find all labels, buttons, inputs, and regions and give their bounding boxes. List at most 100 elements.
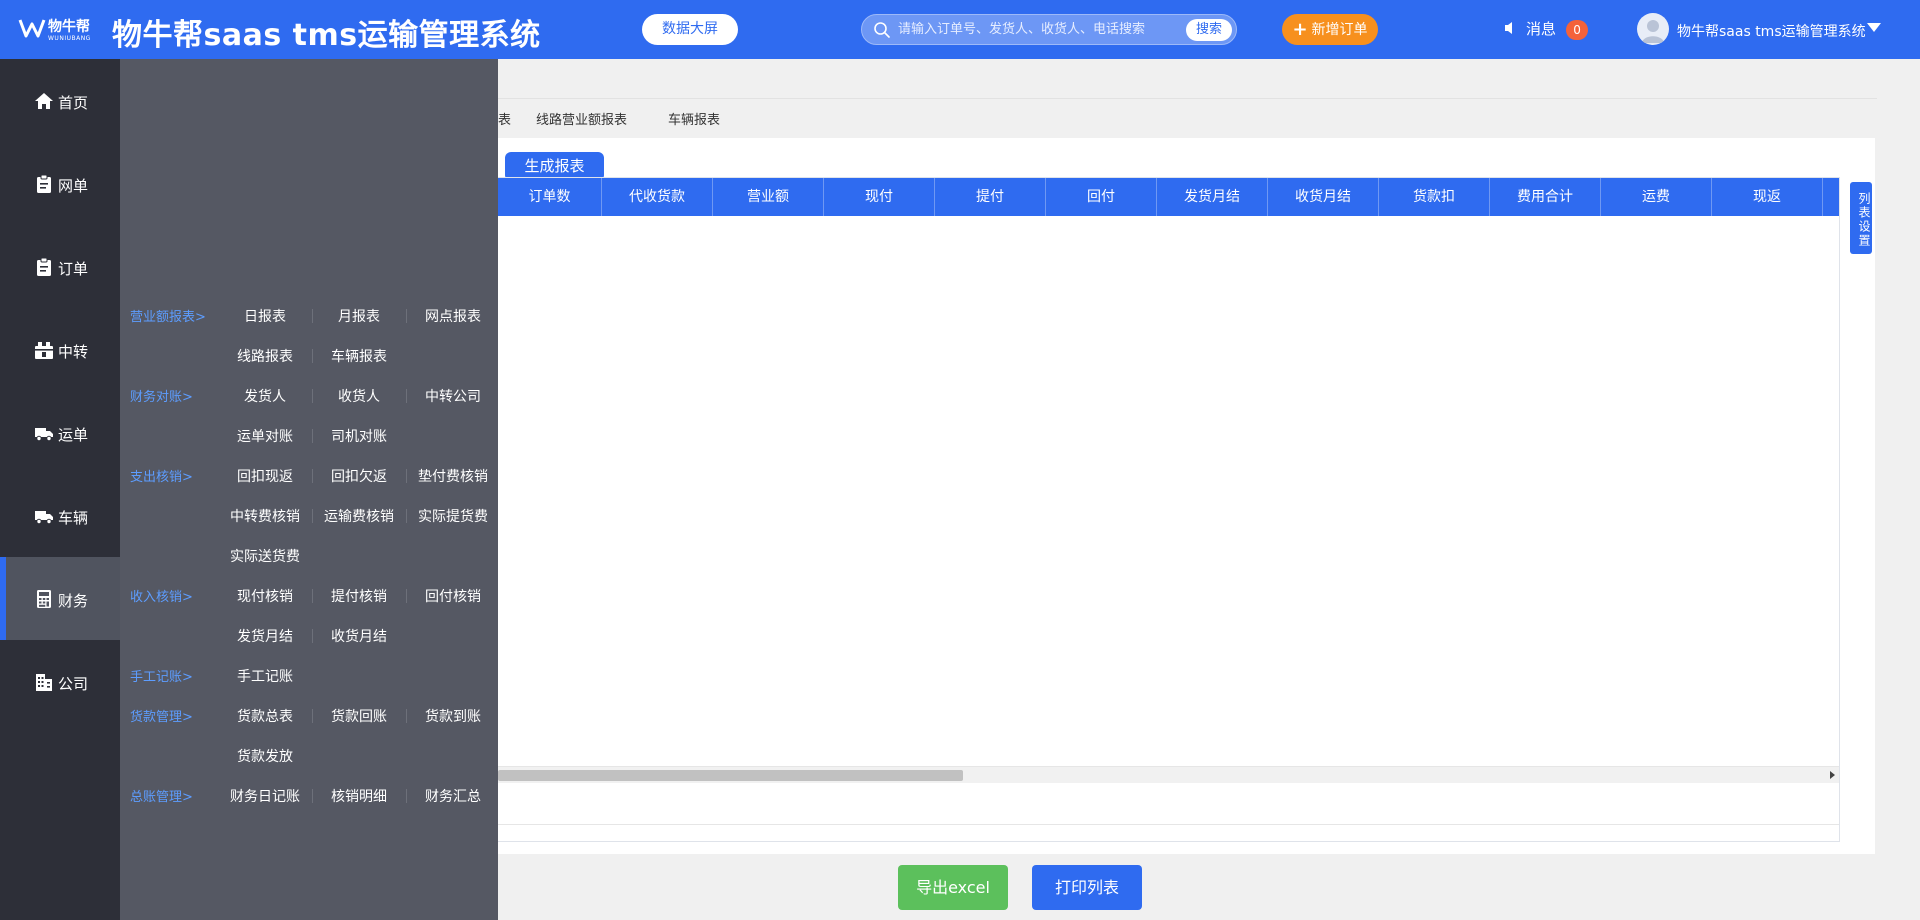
column-header[interactable]: 费用合计 [1490, 178, 1601, 216]
user-name: 物牛帮saas tms运输管理系统 [1677, 24, 1866, 40]
submenu-item[interactable]: 收货月结 [312, 626, 406, 646]
column-header[interactable]: 货款扣 [1379, 178, 1490, 216]
submenu-item[interactable]: 运输费核销 [312, 506, 406, 526]
sidebar-item-label: 运单 [58, 426, 89, 444]
column-header[interactable]: 现返 [1712, 178, 1823, 216]
finance-submenu: 营业额报表> 日报表 月报表 网点报表 线路报表 车辆报表 财务对账> 发货人 … [120, 59, 498, 920]
sidebar-item-web-orders[interactable]: 网单 [0, 142, 120, 225]
submenu-item[interactable]: 货款总表 [218, 706, 312, 726]
messages[interactable]: 消息 0 [1502, 18, 1589, 42]
print-list-button[interactable]: 打印列表 [1032, 865, 1142, 910]
search-icon [874, 22, 890, 38]
report-table: 订单数 代收货款 营业额 现付 提付 回付 发货月结 收货月结 货款扣 费用合计… [498, 177, 1840, 842]
column-header[interactable]: 发货月结 [1157, 178, 1268, 216]
user-avatar-icon [1642, 20, 1664, 43]
submenu-item[interactable]: 垫付费核销 [406, 466, 500, 486]
scroll-right-arrow-icon[interactable] [1830, 771, 1835, 779]
messages-count-badge: 0 [1566, 20, 1589, 40]
column-header[interactable]: 营业额 [713, 178, 824, 216]
submenu-item[interactable]: 货款到账 [406, 706, 500, 726]
truck-icon [35, 511, 53, 525]
submenu-category: 手工记账> [130, 670, 193, 685]
sidebar-item-label: 财务 [58, 592, 89, 610]
sidebar-item-finance[interactable]: 财务 [0, 557, 120, 640]
tab-vehicle-report[interactable]: 车辆报表 [668, 105, 720, 137]
plus-icon: + [1292, 19, 1308, 40]
column-header[interactable]: 订单数 [498, 178, 602, 216]
main-content: 表 线路营业额报表 车辆报表 生成报表 订单数 代收货款 营业额 现付 提付 回… [498, 59, 1920, 920]
sidebar-item-company[interactable]: 公司 [0, 640, 120, 723]
scrollbar-thumb[interactable] [498, 770, 963, 781]
column-header[interactable]: 现付 [824, 178, 935, 216]
submenu-item[interactable]: 货款发放 [218, 746, 312, 766]
submenu-item[interactable]: 财务汇总 [406, 786, 500, 806]
app-title: 物牛帮saas tms运输管理系统 [112, 18, 541, 53]
submenu-item[interactable]: 回扣欠返 [312, 466, 406, 486]
report-panel: 生成报表 订单数 代收货款 营业额 现付 提付 回付 发货月结 收货月结 货款扣… [498, 138, 1875, 854]
submenu-item[interactable]: 司机对账 [312, 426, 406, 446]
sidebar-item-home[interactable]: 首页 [0, 59, 120, 142]
sidebar-item-label: 中转 [58, 343, 89, 361]
building-icon [36, 674, 52, 691]
clipboard-icon [37, 257, 51, 276]
export-excel-button[interactable]: 导出excel [898, 865, 1008, 910]
sidebar-item-label: 首页 [58, 94, 89, 112]
logo[interactable]: 物牛帮 WUNIUBANG [18, 14, 94, 44]
column-settings-button[interactable]: 列表设置 [1850, 182, 1872, 254]
new-order-button[interactable]: + 新增订单 [1282, 14, 1378, 45]
submenu-item[interactable]: 实际提货费 [406, 506, 500, 526]
submenu-item[interactable]: 收货人 [312, 386, 406, 406]
sidebar-item-label: 公司 [58, 675, 89, 693]
submenu-item[interactable]: 网点报表 [406, 306, 500, 326]
submenu-item[interactable]: 车辆报表 [312, 346, 406, 366]
tab-report-partial[interactable]: 表 [498, 105, 511, 137]
submenu-item[interactable]: 手工记账 [218, 666, 312, 686]
submenu-item[interactable]: 发货月结 [218, 626, 312, 646]
sidebar: 首页 网单 订单 中转 运单 车辆 财务 公司 [0, 59, 120, 920]
sidebar-item-vehicles[interactable]: 车辆 [0, 474, 120, 557]
tab-route-revenue-report[interactable]: 线路营业额报表 [536, 105, 627, 137]
submenu-item[interactable]: 回扣现返 [218, 466, 312, 486]
sidebar-item-label: 网单 [58, 177, 89, 195]
submenu-category: 收入核销> [130, 590, 193, 605]
column-header[interactable]: 提付 [935, 178, 1046, 216]
avatar [1637, 13, 1669, 45]
submenu-item[interactable]: 核销明细 [312, 786, 406, 806]
horizontal-scrollbar[interactable] [498, 766, 1839, 783]
sidebar-item-transfer[interactable]: 中转 [0, 308, 120, 391]
sidebar-item-orders[interactable]: 订单 [0, 225, 120, 308]
submenu-item[interactable]: 财务日记账 [218, 786, 312, 806]
column-header[interactable]: 运费 [1601, 178, 1712, 216]
submenu-item[interactable]: 线路报表 [218, 346, 312, 366]
submenu-item[interactable]: 日报表 [218, 306, 312, 326]
submenu-item[interactable]: 中转公司 [406, 386, 500, 406]
top-header: 物牛帮 WUNIUBANG 物牛帮saas tms运输管理系统 数据大屏 搜索 … [0, 0, 1920, 59]
submenu-item[interactable]: 发货人 [218, 386, 312, 406]
submenu-item[interactable]: 运单对账 [218, 426, 312, 446]
submenu-item[interactable]: 中转费核销 [218, 506, 312, 526]
sidebar-item-label: 车辆 [58, 509, 89, 527]
data-screen-button[interactable]: 数据大屏 [642, 14, 738, 45]
column-header[interactable]: 收货月结 [1268, 178, 1379, 216]
submenu-category: 财务对账> [130, 390, 193, 405]
column-header[interactable]: 回付 [1046, 178, 1157, 216]
submenu-item[interactable]: 货款回账 [312, 706, 406, 726]
submenu-category: 支出核销> [130, 470, 193, 485]
logo-subtext: WUNIUBANG [48, 35, 91, 42]
column-header[interactable]: 代收货款 [602, 178, 713, 216]
chevron-down-icon[interactable] [1867, 23, 1881, 32]
truck-icon [35, 428, 53, 442]
submenu-item[interactable]: 提付核销 [312, 586, 406, 606]
search-input[interactable] [898, 15, 1174, 44]
search-box: 搜索 [861, 14, 1237, 45]
submenu-item[interactable]: 实际送货费 [218, 546, 312, 566]
divider [498, 98, 1877, 99]
search-button[interactable]: 搜索 [1186, 19, 1232, 41]
sidebar-item-waybill[interactable]: 运单 [0, 391, 120, 474]
new-order-label: 新增订单 [1311, 22, 1368, 38]
submenu-item[interactable]: 月报表 [312, 306, 406, 326]
table-header: 订单数 代收货款 营业额 现付 提付 回付 发货月结 收货月结 货款扣 费用合计… [498, 178, 1839, 216]
logo-mark-icon [18, 19, 46, 38]
submenu-item[interactable]: 回付核销 [406, 586, 500, 606]
submenu-item[interactable]: 现付核销 [218, 586, 312, 606]
